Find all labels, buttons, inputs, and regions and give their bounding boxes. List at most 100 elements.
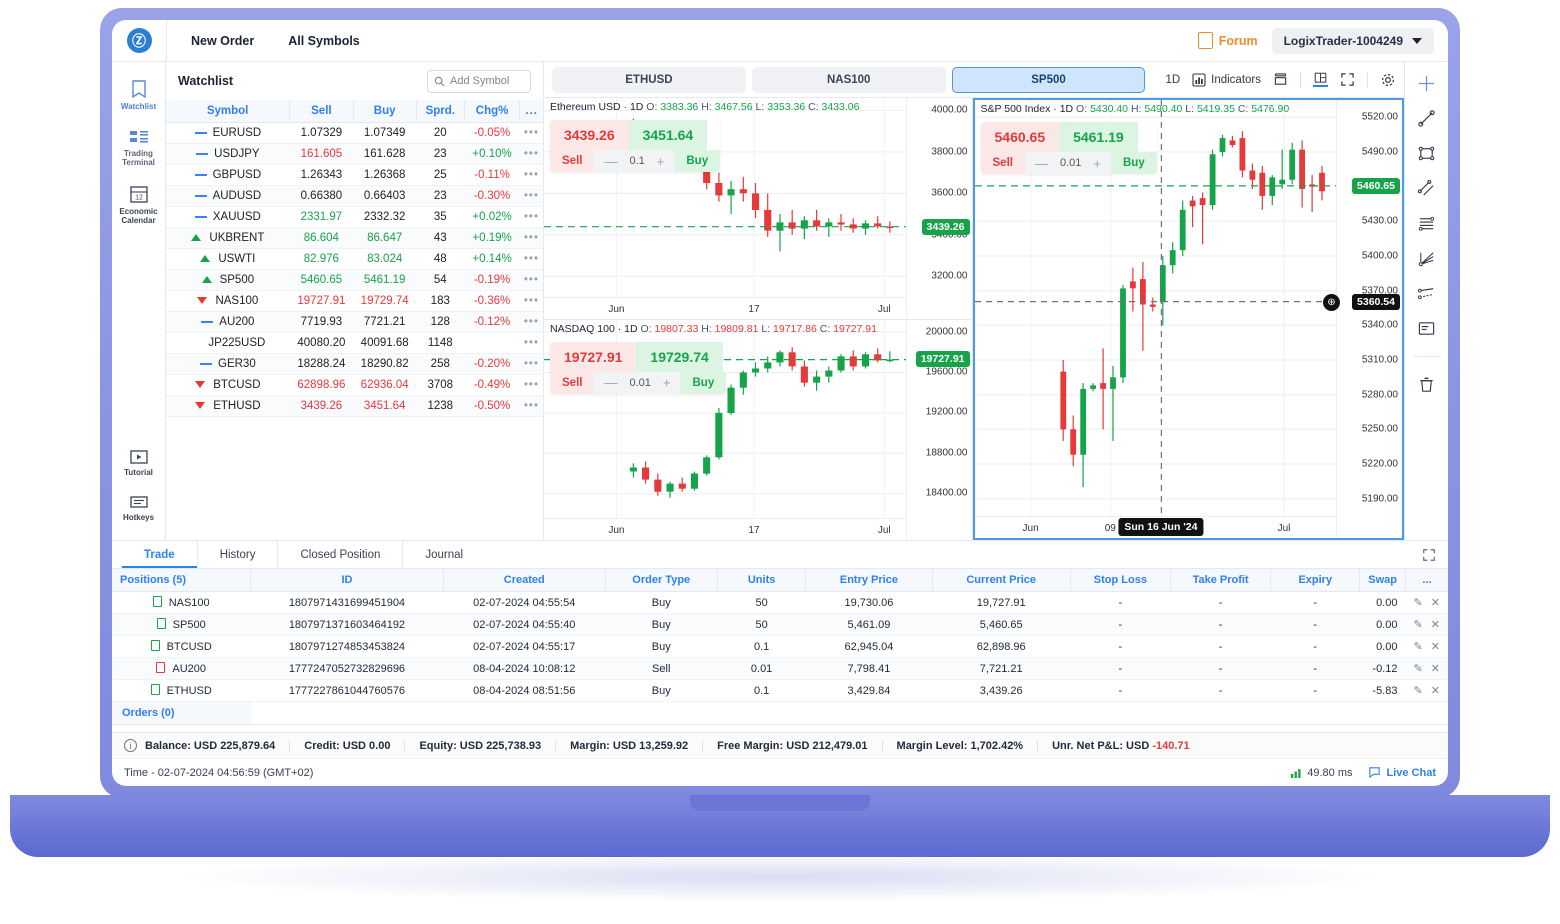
- watchlist-sell[interactable]: 40080.20: [289, 332, 354, 354]
- watchlist-buy[interactable]: 86.647: [353, 227, 417, 249]
- position-stop-loss[interactable]: -: [1070, 635, 1171, 658]
- chart-tab-sp500[interactable]: SP500: [951, 66, 1146, 93]
- position-symbol[interactable]: SP500: [112, 613, 251, 636]
- watchlist-row-menu[interactable]: •••: [519, 164, 543, 186]
- account-dropdown[interactable]: LogixTrader-1004249: [1271, 27, 1434, 54]
- positions-col-created[interactable]: Created: [443, 569, 605, 592]
- watchlist-row-menu[interactable]: •••: [519, 353, 543, 375]
- fib-fan-icon[interactable]: [1417, 249, 1436, 268]
- edit-position-icon[interactable]: ✎: [1414, 619, 1423, 631]
- parallel-channel-icon[interactable]: [1417, 179, 1436, 198]
- ticket-sell-price[interactable]: 19727.91: [550, 341, 637, 372]
- watchlist-symbol[interactable]: AUDUSD: [166, 185, 290, 207]
- qty-value[interactable]: 0.01: [629, 377, 650, 389]
- watchlist-sell[interactable]: 86.604: [289, 227, 354, 249]
- chart-y-axis[interactable]: 4000.00 3800.00 3600.00 3400.00 3200.00 3439.…: [905, 98, 972, 319]
- gear-icon[interactable]: [1380, 72, 1396, 88]
- orders-label[interactable]: Orders (0): [112, 702, 252, 725]
- watchlist-row[interactable]: USWTI 82.976 83.024 48 +0.14% •••: [166, 248, 543, 270]
- tab-history[interactable]: History: [196, 541, 278, 568]
- watchlist-buy[interactable]: 161.628: [353, 143, 417, 165]
- edit-position-icon[interactable]: ✎: [1414, 685, 1423, 697]
- ticket-sell-button[interactable]: Sell: [980, 152, 1025, 174]
- edit-position-icon[interactable]: ✎: [1414, 663, 1423, 675]
- chart-pane-nas100[interactable]: NASDAQ 100 · 1D O: 19807.33 H: 19809.81 …: [544, 318, 972, 540]
- watchlist-col-buy[interactable]: Buy: [352, 100, 417, 123]
- positions-col-x[interactable]: ...: [1404, 569, 1448, 592]
- position-actions[interactable]: ✎ ✕: [1405, 613, 1448, 636]
- watchlist-symbol[interactable]: JP225USD: [166, 332, 290, 354]
- positions-col-stop-loss[interactable]: Stop Loss: [1069, 569, 1171, 592]
- qty-decrement-button[interactable]: —: [1035, 156, 1048, 171]
- chart-y-axis[interactable]: 20000.00 19600.00 19200.00 18800.00 18400.00…: [905, 319, 972, 540]
- watchlist-buy[interactable]: 62936.04: [353, 374, 417, 396]
- watchlist-row-menu[interactable]: •••: [519, 395, 543, 417]
- watchlist-symbol[interactable]: AU200: [166, 311, 290, 333]
- add-symbol-search[interactable]: Add Symbol: [427, 69, 531, 93]
- crosshair-icon[interactable]: [1417, 74, 1436, 93]
- position-take-profit[interactable]: -: [1170, 657, 1271, 680]
- position-actions[interactable]: ✎ ✕: [1405, 657, 1448, 680]
- positions-col-order-type[interactable]: Order Type: [604, 569, 718, 592]
- watchlist-row[interactable]: UKBRENT 86.604 86.647 43 +0.19% •••: [166, 227, 543, 249]
- positions-col-id[interactable]: ID: [249, 569, 444, 592]
- app-logo[interactable]: Ⓩ: [112, 28, 166, 53]
- watchlist-row[interactable]: AUDUSD 0.66380 0.66403 23 -0.30% •••: [166, 185, 543, 207]
- watchlist-buy[interactable]: 5461.19: [353, 269, 417, 291]
- pitchfork-icon[interactable]: [1417, 284, 1436, 303]
- watchlist-col-sell[interactable]: Sell: [289, 100, 354, 123]
- watchlist-symbol[interactable]: ETHUSD: [166, 395, 290, 417]
- edit-position-icon[interactable]: ✎: [1414, 641, 1423, 653]
- close-position-icon[interactable]: ✕: [1431, 663, 1440, 675]
- live-chat-button[interactable]: Live Chat: [1368, 766, 1436, 779]
- positions-col-entry-price[interactable]: Entry Price: [805, 569, 933, 592]
- chart-pane-sp500[interactable]: S&P 500 Index · 1D O: 5430.40 H: 5490.40…: [972, 98, 1404, 540]
- ticket-buy-price[interactable]: 3451.64: [628, 120, 708, 150]
- watchlist-row[interactable]: SP500 5460.65 5461.19 54 -0.19% •••: [166, 269, 543, 291]
- positions-col-swap[interactable]: Swap: [1359, 569, 1406, 592]
- watchlist-row-menu[interactable]: •••: [519, 185, 543, 207]
- chart-tab-ethusd[interactable]: ETHUSD: [552, 66, 746, 93]
- position-take-profit[interactable]: -: [1170, 591, 1271, 614]
- sidebar-item-hotkeys[interactable]: Hotkeys: [112, 487, 166, 532]
- watchlist-sell[interactable]: 1.26343: [289, 164, 354, 186]
- position-take-profit[interactable]: -: [1170, 635, 1271, 658]
- close-position-icon[interactable]: ✕: [1431, 619, 1440, 631]
- position-symbol[interactable]: ETHUSD: [112, 679, 251, 702]
- positions-col-positions-5x[interactable]: Positions (5): [112, 569, 251, 592]
- qty-increment-button[interactable]: +: [1093, 156, 1101, 171]
- chart-tab-nas100[interactable]: NAS100: [751, 66, 946, 93]
- ticket-sell-button[interactable]: Sell: [550, 150, 595, 172]
- watchlist-symbol[interactable]: GBPUSD: [166, 164, 290, 186]
- watchlist-col-symbol[interactable]: Symbol: [166, 100, 290, 123]
- chart-y-axis[interactable]: 5520.00 5490.00 5430.00 5400.00 5370.00 5340.…: [1323, 100, 1402, 538]
- watchlist-symbol[interactable]: SP500: [166, 269, 290, 291]
- watchlist-buy[interactable]: 19729.74: [353, 290, 417, 312]
- watchlist-row[interactable]: GBPUSD 1.26343 1.26368 25 -0.11% •••: [166, 164, 543, 186]
- watchlist-row-menu[interactable]: •••: [519, 122, 543, 144]
- ticket-buy-button[interactable]: Buy: [1110, 152, 1157, 174]
- table-row[interactable]: SP500 1807971371603464192 02-07-2024 04:55…: [112, 613, 1448, 636]
- menu-new-order[interactable]: New Order: [191, 34, 254, 48]
- watchlist-buy[interactable]: 0.66403: [353, 185, 417, 207]
- watchlist-row[interactable]: GER30 18288.24 18290.82 258 -0.20% •••: [166, 353, 543, 375]
- watchlist-col-x[interactable]: ...: [519, 100, 543, 123]
- watchlist-sell[interactable]: 1.07329: [289, 122, 354, 144]
- tab-journal[interactable]: Journal: [402, 541, 485, 568]
- sidebar-item-economic-calendar[interactable]: 12 Economic Calendar: [112, 177, 166, 235]
- watchlist-col-sprdx[interactable]: Sprd.: [415, 100, 465, 123]
- chart-x-axis[interactable]: Jun 17 Jul: [544, 296, 906, 319]
- watchlist-row-menu[interactable]: •••: [519, 227, 543, 249]
- rectangle-icon[interactable]: [1417, 144, 1436, 163]
- position-symbol[interactable]: AU200: [112, 657, 251, 680]
- position-actions[interactable]: ✎ ✕: [1405, 591, 1448, 614]
- watchlist-row-menu[interactable]: •••: [519, 374, 543, 396]
- sidebar-item-tutorial[interactable]: Tutorial: [112, 442, 166, 487]
- watchlist-sell[interactable]: 62898.96: [289, 374, 354, 396]
- positions-col-units[interactable]: Units: [716, 569, 806, 592]
- watchlist-sell[interactable]: 7719.93: [289, 311, 354, 333]
- watchlist-row-menu[interactable]: •••: [519, 206, 543, 228]
- close-position-icon[interactable]: ✕: [1431, 597, 1440, 609]
- watchlist-sell[interactable]: 18288.24: [289, 353, 354, 375]
- watchlist-buy[interactable]: 1.26368: [353, 164, 417, 186]
